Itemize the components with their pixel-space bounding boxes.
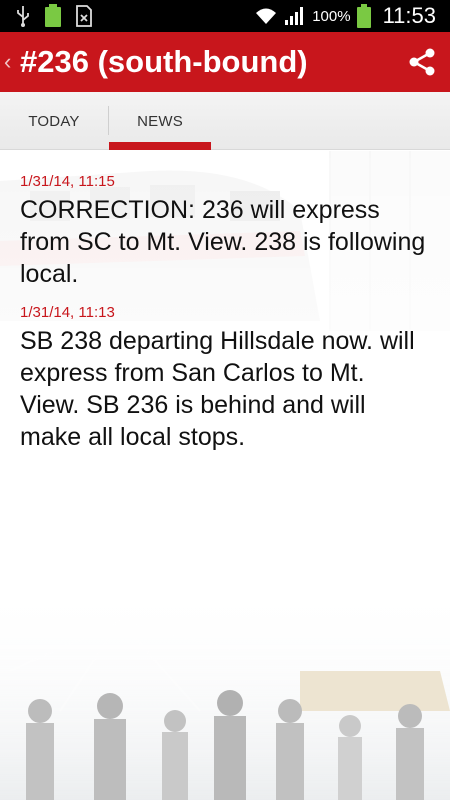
battery-percentage: 100% — [312, 7, 351, 25]
news-timestamp: 1/31/14, 11:13 — [20, 304, 115, 321]
selected-tab-indicator — [109, 142, 211, 150]
back-chevron-icon[interactable]: ‹ — [0, 49, 18, 75]
tab-news-label: NEWS — [137, 112, 183, 130]
signal-icon — [284, 6, 306, 26]
tab-today[interactable]: TODAY — [0, 92, 108, 150]
news-item[interactable]: 1/31/14, 11:15 CORRECTION: 236 will expr… — [20, 173, 430, 290]
status-left-icons — [0, 4, 92, 28]
battery-icon — [356, 4, 371, 28]
news-text: SB 238 departing Hillsdale now. will exp… — [20, 327, 415, 451]
news-text: CORRECTION: 236 will express from SC to … — [20, 196, 426, 288]
tab-bar: TODAY NEWS — [0, 92, 450, 150]
sim-icon — [76, 5, 92, 27]
tab-today-label: TODAY — [28, 112, 80, 130]
news-item[interactable]: 1/31/14, 11:13 SB 238 departing Hillsdal… — [20, 304, 430, 453]
usb-icon — [16, 5, 30, 27]
clock: 11:53 — [382, 3, 436, 28]
action-bar: ‹ #236 (south-bound) — [0, 32, 450, 92]
battery-small-icon — [44, 4, 62, 28]
news-content[interactable]: 1/31/14, 11:15 CORRECTION: 236 will expr… — [0, 151, 450, 800]
page-title: #236 (south-bound) — [20, 44, 308, 79]
status-bar: 100% 11:53 — [0, 0, 450, 32]
share-icon — [409, 48, 435, 76]
status-right-icons: 100% 11:53 — [254, 3, 450, 29]
news-timestamp: 1/31/14, 11:15 — [20, 173, 115, 190]
news-list: 1/31/14, 11:15 CORRECTION: 236 will expr… — [0, 151, 450, 467]
share-button[interactable] — [394, 32, 450, 92]
tab-news[interactable]: NEWS — [109, 92, 211, 150]
wifi-icon — [254, 6, 278, 26]
